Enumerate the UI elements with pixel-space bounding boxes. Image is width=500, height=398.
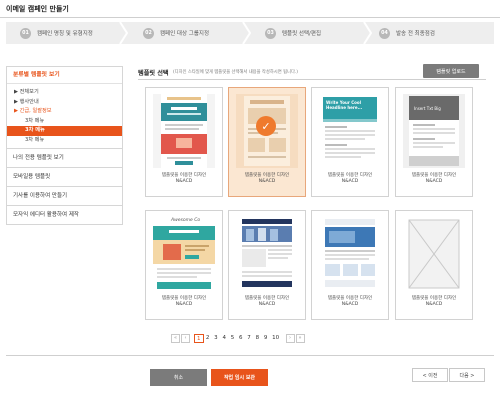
step-progress-bar: 01 캠페인 명칭 및 유형지정 02 캠페인 대상 그룹지정 03 템플릿 선… <box>6 22 494 44</box>
pagination: « ‹ 1 2 3 4 5 6 7 8 9 10 › » <box>171 333 306 343</box>
step-4-number: 04 <box>379 27 390 39</box>
first-page-button[interactable]: « <box>171 333 180 343</box>
template-caption: 템플릿을 이용한 디자인 N&ACD <box>312 296 388 308</box>
template-caption-line2: N&ACD <box>175 302 193 308</box>
page-number[interactable]: 6 <box>237 335 245 341</box>
category-sidebar: 분류별 템플릿 보기 ▶ 전체보기 ▶ 행사안내 ▶ 긴급, 일괄정보 3차 메… <box>6 66 123 225</box>
step-2-label: 캠페인 대상 그룹지정 <box>160 31 210 37</box>
page-number-current[interactable]: 1 <box>194 333 204 343</box>
page-number[interactable]: 2 <box>204 335 212 341</box>
template-card[interactable]: Insert Txt Big 템플릿을 이용한 디자인 N&ACD <box>395 87 473 197</box>
sidebar-item-my-templates[interactable]: 나의 전용 템플릿 보기 <box>7 148 122 167</box>
tree-item-events[interactable]: ▶ 행사안내 <box>7 98 122 108</box>
template-caption-line2: N&ACD <box>258 179 276 185</box>
template-caption: 템플릿을 이용한 디자인 N&ACD <box>229 173 305 185</box>
tree-item-all[interactable]: ▶ 전체보기 <box>7 88 122 98</box>
sidebar-item-mosaic-editor[interactable]: 모자익 에디터 활용하여 제작 <box>7 205 122 224</box>
template-caption-line2: N&ACD <box>258 302 276 308</box>
step-2: 02 캠페인 대상 그룹지정 <box>143 22 209 44</box>
upload-template-button[interactable]: 템플릿 업로드 <box>423 64 479 78</box>
template-card[interactable]: 템플릿을 이용한 디자인 N&ACD <box>395 210 473 320</box>
next-step-button[interactable]: 다음 > <box>449 368 485 382</box>
template-card[interactable]: Write Your Cool Headline here... 템플릿을 이용… <box>311 87 389 197</box>
step-4: 04 발송 전 최종점검 <box>379 22 435 44</box>
step-3-label: 템플릿 선택/편집 <box>282 31 322 37</box>
page-number[interactable]: 9 <box>261 335 269 341</box>
save-draft-button[interactable]: 작업 임시 보관 <box>211 369 268 386</box>
template-caption: 템플릿을 이용한 디자인 N&ACD <box>396 173 472 185</box>
step-separator-chevron-icon <box>242 22 251 44</box>
template-caption: 템플릿을 이용한 디자인 N&ACD <box>146 296 222 308</box>
page-number[interactable]: 3 <box>212 335 220 341</box>
step-separator-chevron-icon <box>363 22 372 44</box>
step-3-number: 03 <box>265 27 276 39</box>
page-number[interactable]: 5 <box>228 335 236 341</box>
footer-divider <box>6 355 494 356</box>
last-page-button[interactable]: » <box>295 333 305 343</box>
template-caption: 템플릿을 이용한 디자인 N&ACD <box>396 296 472 308</box>
template-card[interactable]: 템플릿을 이용한 디자인 N&ACD <box>311 210 389 320</box>
template-card-selected[interactable]: ✓ 템플릿을 이용한 디자인 N&ACD <box>228 87 306 197</box>
template-thumbnail <box>319 217 381 291</box>
template-placeholder-graphic <box>408 219 460 289</box>
section-title: 템플릿 선택 <box>138 70 169 77</box>
page-title: 이메일 캠페인 만들기 <box>6 5 69 13</box>
step-1-number: 01 <box>20 27 31 39</box>
page-number[interactable]: 8 <box>253 335 261 341</box>
step-1: 01 캠페인 명칭 및 유형지정 <box>20 22 93 44</box>
template-caption-line2: N&ACD <box>341 302 359 308</box>
template-caption: 템플릿을 이용한 디자인 N&ACD <box>312 173 388 185</box>
template-caption: 템플릿을 이용한 디자인 N&ACD <box>146 173 222 185</box>
page-number[interactable]: 10 <box>270 335 282 341</box>
cancel-button[interactable]: 취소 <box>150 369 207 386</box>
tree-item-submenu-3[interactable]: 3차 메뉴 <box>7 136 122 146</box>
prev-page-button[interactable]: ‹ <box>181 333 190 343</box>
template-preview-graphic <box>236 217 298 291</box>
sidebar-item-article-templates[interactable]: 기사를 이용하여 만들기 <box>7 186 122 205</box>
sidebar-item-mobile-templates[interactable]: 모바일용 템플릿 <box>7 167 122 186</box>
page-number[interactable]: 4 <box>220 335 228 341</box>
template-caption-line2: N&ACD <box>341 179 359 185</box>
template-card[interactable]: 템플릿을 이용한 디자인 N&ACD <box>228 210 306 320</box>
template-caption-line2: N&ACD <box>425 302 443 308</box>
template-caption: 템플릿을 이용한 디자인 N&ACD <box>229 296 305 308</box>
template-caption-line2: N&ACD <box>425 179 443 185</box>
thumb-brand-text: Awesome Co <box>171 218 201 223</box>
step-1-label: 캠페인 명칭 및 유형지정 <box>37 31 93 37</box>
sidebar-header: 분류별 템플릿 보기 <box>7 67 122 84</box>
tree-item-submenu-1[interactable]: 3차 메뉴 <box>7 117 122 127</box>
title-divider <box>0 17 500 18</box>
template-caption-line2: N&ACD <box>175 179 193 185</box>
prev-step-button[interactable]: < 이전 <box>412 368 448 382</box>
section-description: (디자인 스타일에 맞게 템플릿을 선택해서 내용을 작성하시면 됩니다.) <box>173 70 298 75</box>
step-separator-chevron-icon <box>119 22 128 44</box>
template-thumbnail <box>403 217 465 291</box>
tree-item-urgent[interactable]: ▶ 긴급, 일괄정보 <box>7 107 122 117</box>
template-thumbnail: Insert Txt Big <box>403 94 465 168</box>
next-page-button[interactable]: › <box>285 333 295 343</box>
tree-item-submenu-2[interactable]: 3차 메뉴 <box>7 126 122 136</box>
step-2-number: 02 <box>143 27 154 39</box>
template-preview-graphic <box>153 94 215 168</box>
thumb-banner-text: Insert Txt Big <box>414 106 441 111</box>
template-preview-graphic <box>319 217 381 291</box>
template-card[interactable]: 템플릿을 이용한 디자인 N&ACD <box>145 87 223 197</box>
template-preview-graphic <box>153 217 215 291</box>
thumb-headline-text: Write Your Cool Headline here... <box>326 100 363 110</box>
grid-divider <box>138 79 486 80</box>
category-tree: ▶ 전체보기 ▶ 행사안내 ▶ 긴급, 일괄정보 3차 메뉴 3차 메뉴 3차 … <box>7 84 122 148</box>
template-thumbnail <box>236 217 298 291</box>
template-thumbnail: Write Your Cool Headline here... <box>319 94 381 168</box>
page-number[interactable]: 7 <box>245 335 253 341</box>
template-thumbnail: Awesome Co <box>153 217 215 291</box>
step-4-label: 발송 전 최종점검 <box>396 31 435 37</box>
template-thumbnail <box>153 94 215 168</box>
template-card[interactable]: Awesome Co 템플릿을 이용한 디자인 N&ACD <box>145 210 223 320</box>
step-3: 03 템플릿 선택/편집 <box>265 22 321 44</box>
selected-check-icon: ✓ <box>256 116 276 136</box>
